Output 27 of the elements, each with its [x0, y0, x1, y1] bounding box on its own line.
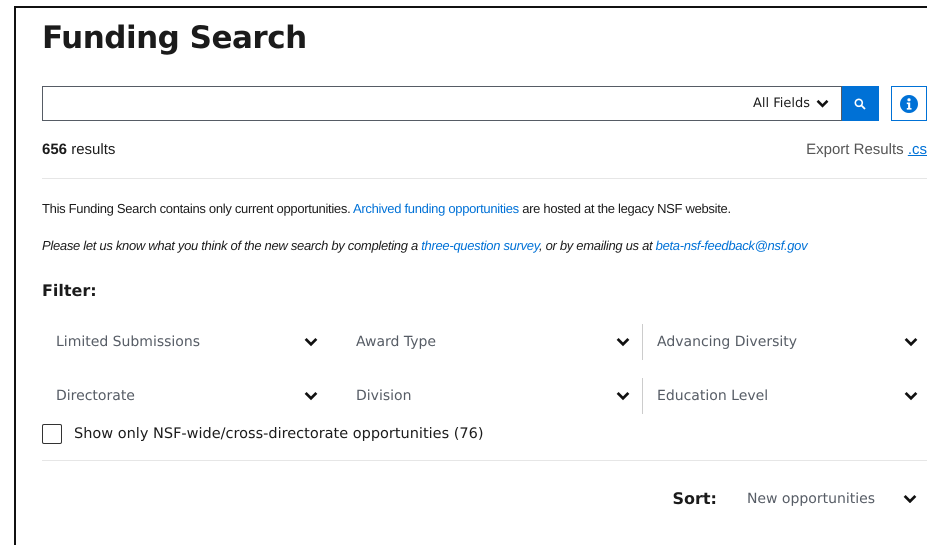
- chevron-down-icon: [616, 391, 630, 401]
- chevron-down-icon: [903, 494, 917, 504]
- chevron-down-icon: [304, 391, 318, 401]
- feedback-text: Please let us know what you think of the new search by completing a three-question survey, or by emailing us at beta-nsf-feedback@nsf.gov: [42, 238, 810, 253]
- text-link[interactable]: beta-nsf-feedback@nsf.gov: [656, 238, 808, 253]
- checkbox-label: Show only NSF-wide/cross-directorate opportunities (76): [74, 426, 484, 442]
- text-link[interactable]: Archived funding opportunities: [352, 201, 519, 216]
- chevron-down-icon: [616, 337, 630, 347]
- filter-label: Filter:: [42, 281, 98, 300]
- search-icon: [854, 98, 866, 110]
- search-field[interactable]: All Fields: [42, 86, 842, 121]
- chevron-down-icon: [904, 337, 918, 347]
- sort-label: Sort:: [672, 489, 717, 508]
- text-link[interactable]: three-question survey: [421, 238, 539, 253]
- info-icon: [900, 94, 918, 112]
- page-title: Funding Search: [42, 20, 308, 56]
- chevron-down-icon: [816, 98, 829, 108]
- export-results: Export Results .cs: [806, 141, 927, 158]
- checkbox[interactable]: [42, 424, 62, 444]
- scope-dropdown[interactable]: All Fields: [752, 96, 829, 111]
- chevron-down-icon: [904, 391, 918, 401]
- chevron-down-icon: [304, 337, 318, 347]
- notice-text: This Funding Search contains only current opportunities. Archived funding opportunities are hosted at the legacy NSF website.: [42, 201, 732, 216]
- search-button[interactable]: [842, 86, 879, 121]
- results-count: 656 results: [42, 141, 116, 158]
- info-button[interactable]: [890, 86, 927, 121]
- csv-link[interactable]: .cs: [908, 141, 927, 158]
